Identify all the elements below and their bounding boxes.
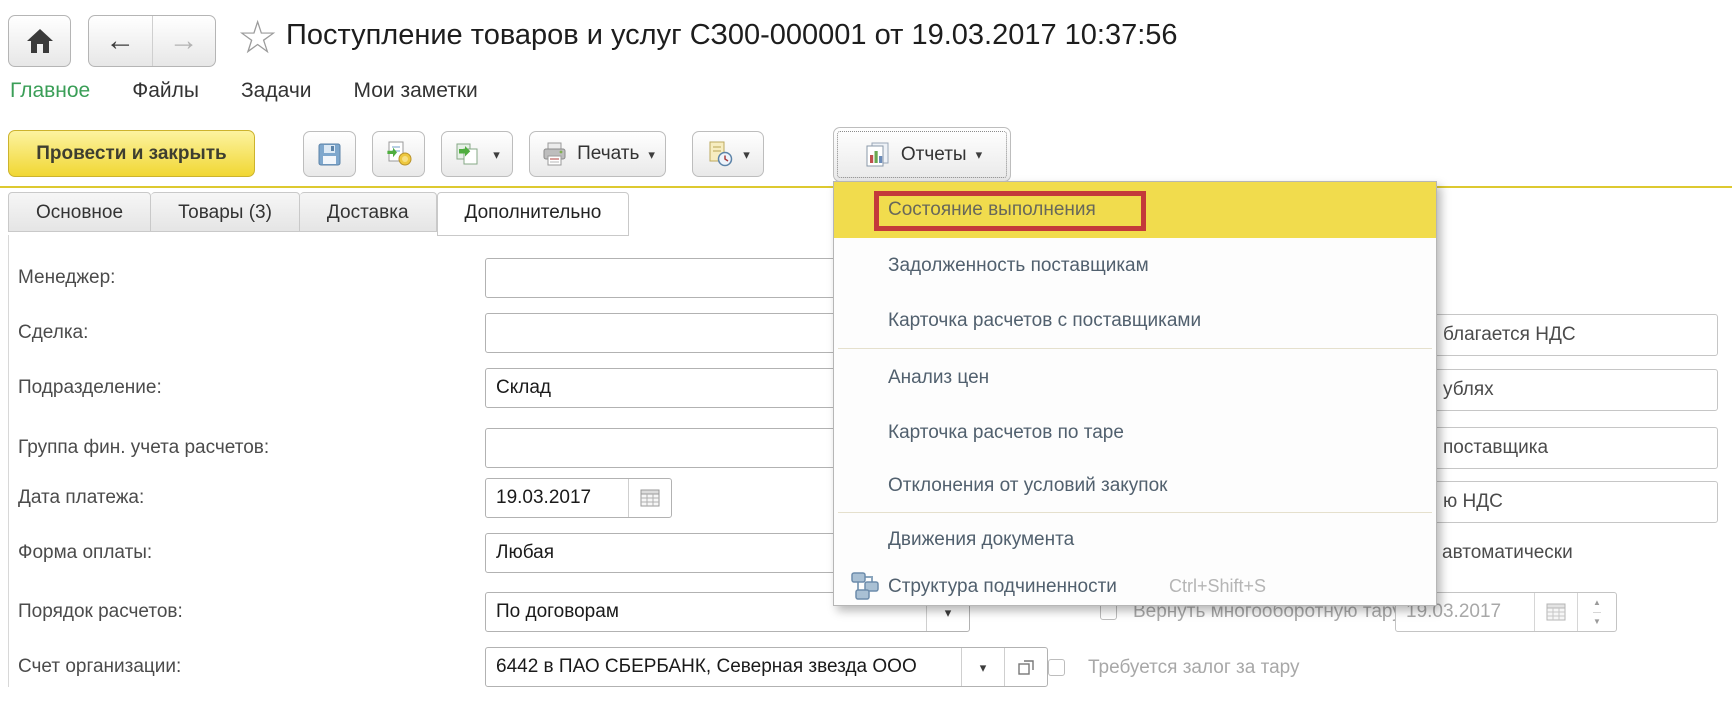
report-chart-icon [862,141,892,169]
menu-item-label: Карточка расчетов по таре [888,422,1124,444]
document-tabs: Основное Товары (3) Доставка Дополнитель… [8,192,629,236]
field-org-account-label: Счет организации: [18,656,485,678]
section-files[interactable]: Файлы [132,79,199,103]
field-payment-date: Дата платежа: 19.03.2017 [18,478,672,518]
caret-down-icon: ▾ [743,148,750,161]
checkbox-tare-deposit-label: Требуется залог за тару [1088,657,1300,679]
print-button[interactable]: Печать ▾ [529,131,666,177]
post-and-close-button[interactable]: Провести и закрыть [8,130,255,177]
post-document-icon [385,140,413,168]
field-department-label: Подразделение: [18,377,485,399]
menu-item-label: Анализ цен [888,367,989,389]
tab-delivery[interactable]: Доставка [300,192,437,232]
menu-item-label: Задолженность поставщикам [888,255,1149,277]
favorite-star-icon[interactable]: ☆ [237,7,278,67]
history-nav-group: ← → [88,15,216,67]
field-payment-date-input[interactable]: 19.03.2017 [485,478,672,518]
right-field-vat-fragment: благается НДС [1443,315,1576,355]
home-icon [26,28,54,54]
section-main[interactable]: Главное [10,79,90,103]
caret-down-icon: ▾ [648,148,655,161]
spinner-down-icon[interactable]: ▼ [1593,613,1601,632]
tab-goods[interactable]: Товары (3) [151,192,300,232]
menu-item-execution-status[interactable]: Состояние выполнения [834,182,1436,238]
dropdown-caret-icon[interactable]: ▾ [961,648,1004,686]
menu-item-label: Отклонения от условий закупок [888,475,1167,497]
reports-button-label: Отчеты [901,144,967,166]
field-manager-label: Менеджер: [18,267,485,289]
open-icon [1017,658,1035,676]
calendar-icon [1546,603,1566,621]
right-field-vat-include-fragment: ю НДС [1443,482,1503,522]
right-field-supplier-fragment: поставщика [1443,428,1548,468]
field-deal-label: Сделка: [18,322,485,344]
home-button[interactable] [8,15,71,67]
save-icon [316,141,343,168]
printer-icon [540,141,568,167]
section-menubar: Главное Файлы Задачи Мои заметки [10,79,478,103]
calendar-button[interactable] [628,479,671,517]
org-account-value[interactable]: 6442 в ПАО СБЕРБАНК, Северная звезда ООО [486,648,961,686]
section-tasks[interactable]: Задачи [241,79,312,103]
menu-separator [838,348,1432,349]
payment-date-value[interactable]: 19.03.2017 [486,479,628,517]
field-settlement-order-label: Порядок расчетов: [18,601,485,623]
menu-item-document-movements[interactable]: Движения документа [834,514,1436,566]
calendar-icon [640,489,660,507]
document-clock-icon [706,140,734,168]
caret-down-icon: ▾ [493,148,500,161]
tab-additional[interactable]: Дополнительно [437,192,630,236]
checkbox-tare-deposit[interactable] [1048,659,1065,676]
app-window: ← → ☆ Поступление товаров и услуг СЗ00-0… [0,0,1732,720]
calendar-button[interactable] [1534,593,1577,631]
field-payment-date-label: Дата платежа: [18,487,485,509]
field-payment-form-label: Форма оплаты: [18,542,485,564]
open-value-button[interactable] [1004,648,1047,686]
caret-down-icon: ▾ [976,148,983,161]
create-based-on-icon [454,140,484,168]
right-label-automatic: автоматически [1442,542,1573,564]
right-field-currency-fragment: ублях [1443,370,1494,410]
form-left-border [8,235,9,687]
menu-item-label: Карточка расчетов с поставщиками [888,310,1201,332]
menu-item-supplier-debt[interactable]: Задолженность поставщикам [834,238,1436,293]
menu-item-shortcut: Ctrl+Shift+S [1169,576,1266,597]
create-based-on-button[interactable]: ▾ [441,131,513,177]
menu-item-label: Структура подчиненности [888,576,1117,598]
menu-item-label: Движения документа [888,529,1074,551]
back-button[interactable]: ← [89,16,153,66]
menu-separator [838,512,1432,513]
date-spinner[interactable]: ▲ ▼ [1577,593,1616,631]
reports-button[interactable]: Отчеты ▾ [833,127,1011,182]
field-fin-group-label: Группа фин. учета расчетов: [18,437,485,459]
forward-button[interactable]: → [153,16,216,66]
menu-item-tare-settlement-card[interactable]: Карточка расчетов по таре [834,405,1436,460]
annotation-red-box [874,191,1146,231]
menu-item-purchase-deviations[interactable]: Отклонения от условий закупок [834,460,1436,512]
page-title: Поступление товаров и услуг СЗ00-000001 … [286,19,1178,52]
save-button[interactable] [303,131,356,177]
menu-item-supplier-settlement-card[interactable]: Карточка расчетов с поставщиками [834,293,1436,348]
field-org-account-input[interactable]: 6442 в ПАО СБЕРБАНК, Северная звезда ООО… [485,647,1048,687]
print-button-label: Печать [577,143,639,165]
reports-dropdown-menu: Состояние выполнения Задолженность поста… [833,181,1437,606]
tab-general[interactable]: Основное [8,192,151,232]
menu-item-price-analysis[interactable]: Анализ цен [834,351,1436,405]
spinner-up-icon[interactable]: ▲ [1593,593,1601,613]
field-org-account: Счет организации: 6442 в ПАО СБЕРБАНК, С… [18,647,1048,687]
section-notes[interactable]: Мои заметки [354,79,478,103]
schedule-document-button[interactable]: ▾ [692,131,764,177]
post-document-button[interactable] [372,131,425,177]
field-settlement-order: Порядок расчетов: По договорам ▾ [18,592,970,632]
menu-item-subordination-structure[interactable]: Структура подчиненности Ctrl+Shift+S [834,566,1436,607]
